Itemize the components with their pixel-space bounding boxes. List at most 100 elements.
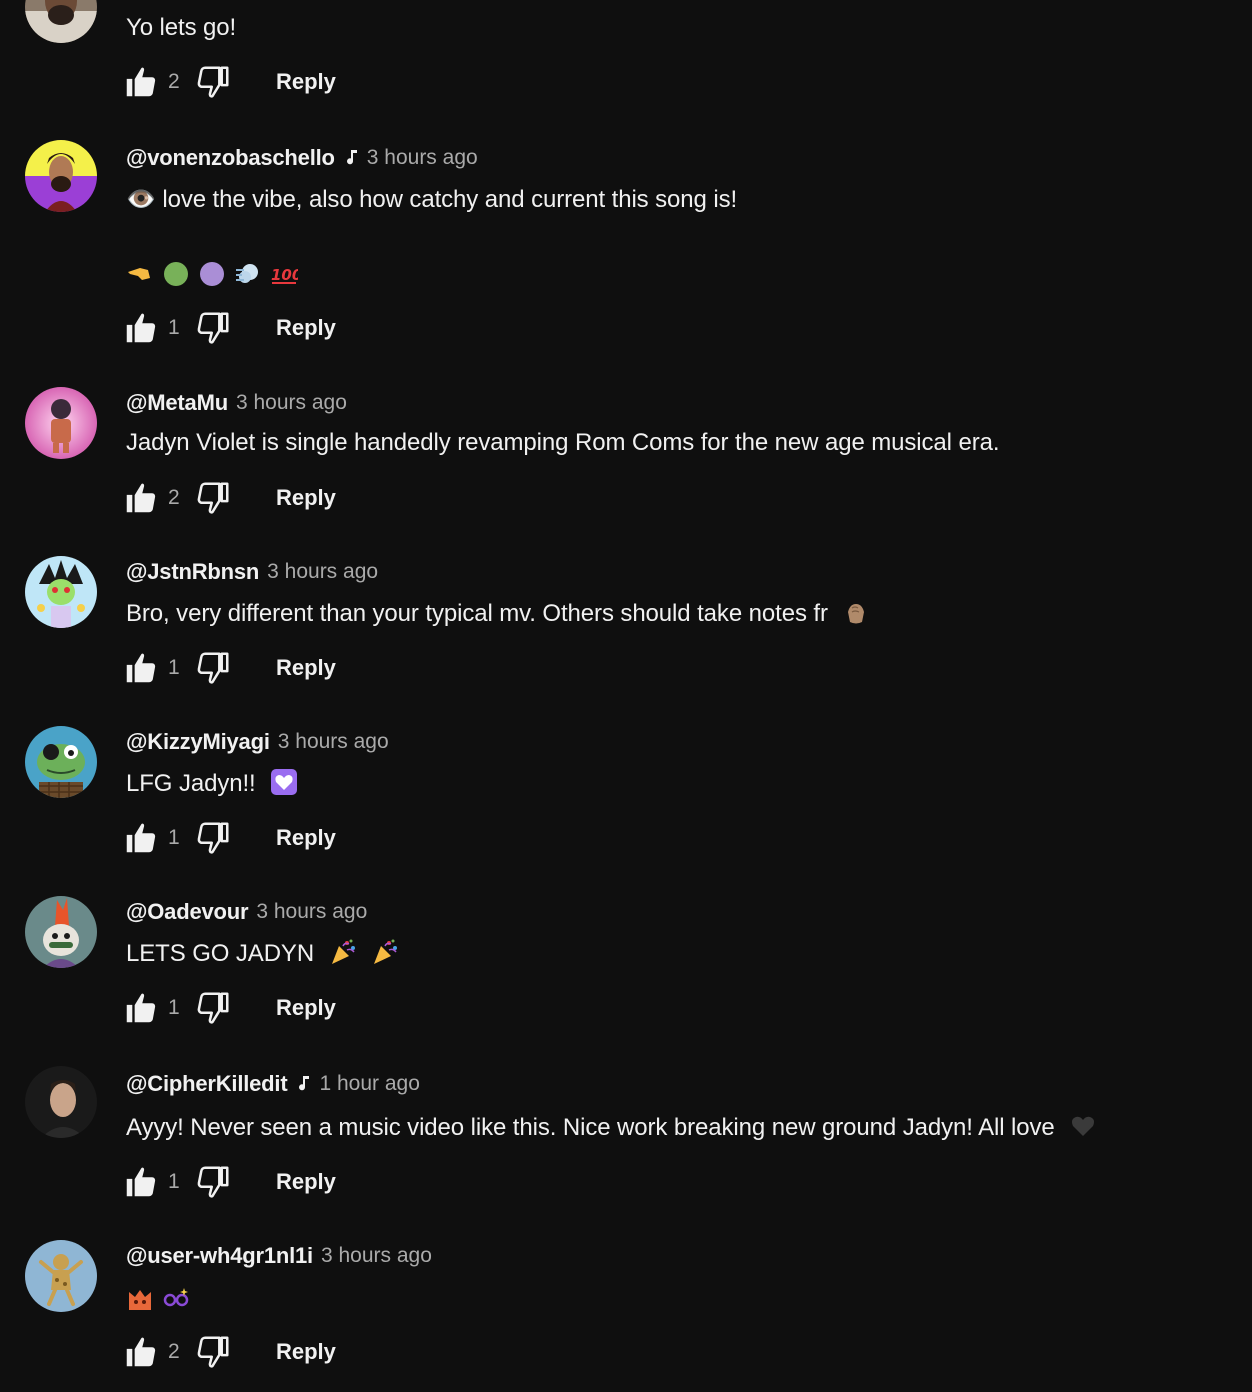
- reply-button[interactable]: Reply: [276, 485, 336, 511]
- backhand-index-left-icon: [128, 268, 150, 280]
- avatar[interactable]: [25, 140, 97, 212]
- like-icon[interactable]: [122, 479, 160, 517]
- like-icon[interactable]: [122, 1163, 160, 1201]
- author-name[interactable]: @JstnRbnsn: [126, 559, 259, 585]
- comment-list: Yo lets go! 2 Reply @vonenzobaschello 3 …: [0, 0, 1252, 1392]
- green-circle-icon: [164, 262, 188, 286]
- comment-actions: 1 Reply: [122, 648, 336, 688]
- timestamp[interactable]: 3 hours ago: [256, 900, 367, 924]
- author-name[interactable]: @KizzyMiyagi: [126, 729, 270, 755]
- comment-text-content: Bro, very different than your typical mv…: [126, 600, 828, 627]
- dash-icon: [236, 264, 258, 283]
- like-icon[interactable]: [122, 989, 160, 1027]
- emoji-line: [126, 1284, 198, 1312]
- like-count: 1: [168, 996, 180, 1019]
- glasses-icon: [163, 1288, 189, 1307]
- author-name[interactable]: @Oadevour: [126, 899, 249, 925]
- comment-actions: 2 Reply: [122, 62, 336, 102]
- dislike-icon[interactable]: [194, 1333, 232, 1371]
- like-icon[interactable]: [122, 309, 160, 347]
- like-count: 2: [168, 1340, 180, 1363]
- timestamp[interactable]: 3 hours ago: [278, 730, 389, 754]
- author-name[interactable]: @vonenzobaschello: [126, 145, 335, 171]
- like-icon[interactable]: [122, 1333, 160, 1371]
- golden-figure-avatar-icon: [25, 1240, 97, 1312]
- music-note-icon: [345, 149, 359, 167]
- party-popper-icon: [374, 939, 398, 964]
- black-heart-icon: [1072, 1116, 1095, 1136]
- purple-heart-icon: [271, 769, 298, 795]
- comment-actions: 1 Reply: [122, 1162, 336, 1202]
- like-count: 1: [168, 826, 180, 849]
- like-count: 1: [168, 1170, 180, 1193]
- reply-button[interactable]: Reply: [276, 995, 336, 1021]
- timestamp[interactable]: 3 hours ago: [367, 146, 478, 170]
- clapping-hands-icon: [848, 604, 865, 624]
- dislike-icon[interactable]: [194, 309, 232, 347]
- like-count: 2: [168, 486, 180, 509]
- timestamp[interactable]: 3 hours ago: [321, 1244, 432, 1268]
- dislike-icon[interactable]: [194, 479, 232, 517]
- reply-button[interactable]: Reply: [276, 655, 336, 681]
- author-name[interactable]: @CipherKilledit: [126, 1071, 288, 1097]
- pink-character-avatar-icon: [25, 387, 97, 459]
- avatar[interactable]: [25, 556, 97, 628]
- bird-mohawk-avatar-icon: [25, 896, 97, 968]
- reply-button[interactable]: Reply: [276, 1169, 336, 1195]
- timestamp[interactable]: 3 hours ago: [267, 560, 378, 584]
- avatar[interactable]: [25, 1240, 97, 1312]
- comment-text-content: Ayyy! Never seen a music video like this…: [126, 1114, 1055, 1141]
- author-name[interactable]: @user-wh4gr1nl1i: [126, 1243, 313, 1269]
- comment-text: Ayyy! Never seen a music video like this…: [126, 1112, 1097, 1143]
- comment-actions: 1 Reply: [122, 818, 336, 858]
- like-icon[interactable]: [122, 63, 160, 101]
- purple-circle-icon: [200, 262, 224, 286]
- dislike-icon[interactable]: [194, 649, 232, 687]
- avatar[interactable]: [25, 387, 97, 459]
- frog-eyepatch-avatar-icon: [25, 726, 97, 798]
- avatar[interactable]: [25, 0, 97, 43]
- comment-header: @KizzyMiyagi 3 hours ago: [126, 727, 389, 757]
- man-beard-yellow-purple-avatar-icon: [25, 140, 97, 212]
- comment-text: LETS GO JADYN: [126, 938, 399, 969]
- red-cat-face-icon: [129, 1290, 151, 1310]
- svg-text:100: 100: [271, 266, 298, 284]
- dislike-icon[interactable]: [194, 63, 232, 101]
- avatar[interactable]: [25, 726, 97, 798]
- anime-character-avatar-icon: [25, 556, 97, 628]
- comment-actions: 1 Reply: [122, 308, 336, 348]
- comment-text: Yo lets go!: [126, 14, 237, 41]
- like-count: 1: [168, 656, 180, 679]
- comment-header: @CipherKilledit 1 hour ago: [126, 1069, 420, 1099]
- avatar[interactable]: [25, 1066, 97, 1138]
- timestamp[interactable]: 3 hours ago: [236, 391, 347, 415]
- dislike-icon[interactable]: [194, 819, 232, 857]
- reply-button[interactable]: Reply: [276, 1339, 336, 1365]
- reply-button[interactable]: Reply: [276, 825, 336, 851]
- like-count: 1: [168, 316, 180, 339]
- comment-header: @JstnRbnsn 3 hours ago: [126, 557, 378, 587]
- comment-text: Bro, very different than your typical mv…: [126, 598, 870, 629]
- reply-button[interactable]: Reply: [276, 315, 336, 341]
- comment-text-content: LETS GO JADYN: [126, 940, 315, 967]
- comment-text: 👁️ love the vibe, also how catchy and cu…: [126, 186, 738, 213]
- comment-actions: 2 Reply: [122, 1332, 336, 1372]
- avatar[interactable]: [25, 896, 97, 968]
- reply-button[interactable]: Reply: [276, 69, 336, 95]
- timestamp[interactable]: 1 hour ago: [319, 1072, 419, 1096]
- like-count: 2: [168, 70, 180, 93]
- author-name[interactable]: @MetaMu: [126, 390, 228, 416]
- dislike-icon[interactable]: [194, 1163, 232, 1201]
- comment-header: @vonenzobaschello 3 hours ago: [126, 143, 478, 173]
- comment-header: @Oadevour 3 hours ago: [126, 897, 367, 927]
- comment-actions: 1 Reply: [122, 988, 336, 1028]
- comment-actions: 2 Reply: [122, 478, 336, 518]
- dislike-icon[interactable]: [194, 989, 232, 1027]
- like-icon[interactable]: [122, 819, 160, 857]
- man-beard-avatar-icon: [25, 0, 97, 43]
- comment-text-content: LFG Jadyn!!: [126, 770, 256, 797]
- hundred-points-icon: 100: [271, 266, 298, 284]
- like-icon[interactable]: [122, 649, 160, 687]
- party-popper-icon: [331, 939, 355, 964]
- comment-header: @user-wh4gr1nl1i 3 hours ago: [126, 1241, 432, 1271]
